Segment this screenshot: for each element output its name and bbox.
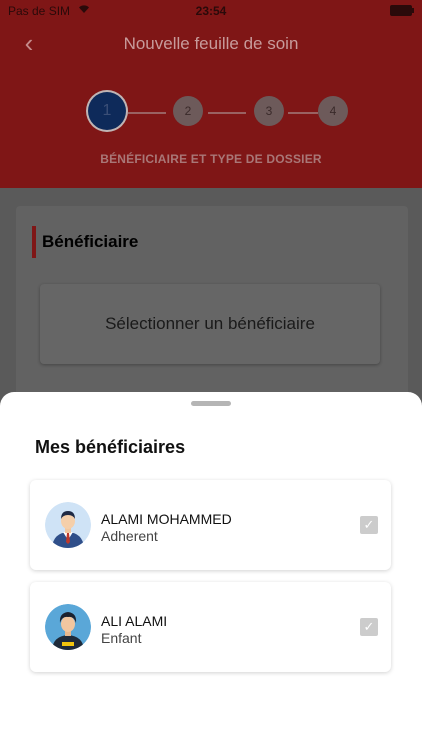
beneficiary-item-alami-mohammed[interactable]: ALAMI MOHAMMED Adherent ✓ (30, 480, 391, 570)
sheet-title: Mes bénéficiaires (35, 437, 186, 457)
step-4: 4 (318, 96, 348, 126)
section-accent-bar (32, 226, 36, 258)
step-connector (208, 112, 246, 114)
checkbox-checked-icon[interactable]: ✓ (360, 516, 378, 534)
beneficiary-role: Enfant (101, 630, 142, 646)
step-1: 1 (88, 92, 126, 130)
beneficiary-role: Adherent (101, 528, 158, 544)
man-in-suit-avatar-icon (45, 502, 91, 548)
beneficiary-name: ALI ALAMI (101, 613, 168, 629)
step-connector (288, 112, 318, 114)
step-subtitle: BÉNÉFICIAIRE ET TYPE DE DOSSIER (100, 152, 322, 166)
section-title: Bénéficiaire (42, 232, 139, 251)
beneficiary-name: ALAMI MOHAMMED (101, 511, 232, 527)
select-beneficiary-button[interactable]: Sélectionner un bénéficiaire (40, 284, 380, 364)
step-2: 2 (173, 96, 203, 126)
battery-icon (390, 5, 414, 16)
sheet-drag-handle[interactable] (191, 401, 231, 406)
checkbox-checked-icon[interactable]: ✓ (360, 618, 378, 636)
step-3: 3 (254, 96, 284, 126)
beneficiary-item-ali-alami[interactable]: ALI ALAMI Enfant ✓ (30, 582, 391, 672)
stepper: 1 2 3 4 (0, 92, 422, 134)
clock: 23:54 (195, 4, 227, 18)
beneficiaries-bottom-sheet: Mes bénéficiaires ALAMI MOHAMMED Adheren… (0, 392, 422, 750)
header: ‹ Nouvelle feuille de soin 1 2 3 4 BÉNÉF… (0, 0, 422, 188)
beneficiary-section: Bénéficiaire Sélectionner un bénéficiair… (16, 206, 408, 406)
step-connector (128, 112, 166, 114)
young-man-avatar-icon (45, 604, 91, 650)
status-bar: Pas de SIM 23:54 (0, 0, 422, 22)
page-title: Nouvelle feuille de soin (123, 34, 299, 53)
